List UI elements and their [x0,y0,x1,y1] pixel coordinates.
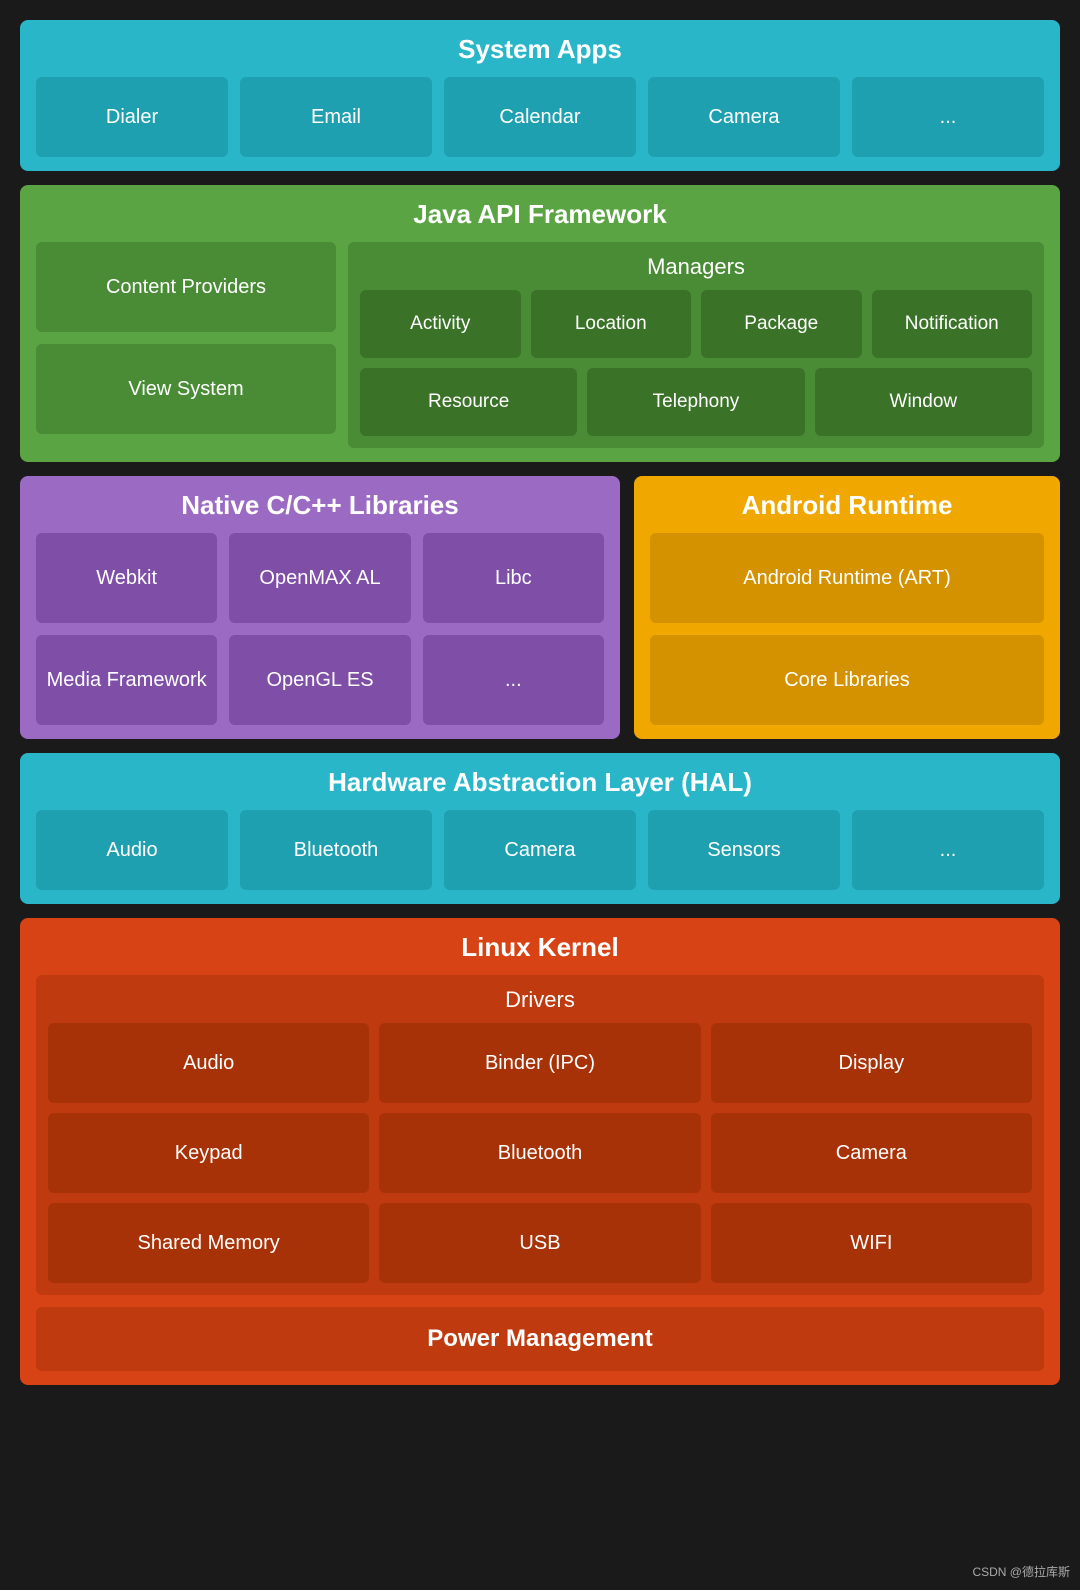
hal-audio-cell: Audio [36,810,228,890]
openmax-cell: OpenMAX AL [229,533,410,623]
notification-cell: Notification [872,290,1033,358]
managers-row2: Resource Telephony Window [360,368,1032,436]
java-api-inner: Content Providers View System Managers A… [36,242,1044,448]
core-libraries-cell: Core Libraries [650,635,1044,725]
drivers-title: Drivers [48,987,1032,1013]
native-libs-layer: Native C/C++ Libraries Webkit OpenMAX AL… [20,476,620,739]
native-libs-row2: Media Framework OpenGL ES ... [36,635,604,725]
media-framework-cell: Media Framework [36,635,217,725]
opengl-cell: OpenGL ES [229,635,410,725]
drivers-row2: Keypad Bluetooth Camera [48,1113,1032,1193]
drivers-grid: Audio Binder (IPC) Display Keypad Blueto… [48,1023,1032,1283]
driver-display-cell: Display [711,1023,1032,1103]
art-cell: Android Runtime (ART) [650,533,1044,623]
managers-title: Managers [360,254,1032,280]
webkit-cell: Webkit [36,533,217,623]
android-runtime-cells: Android Runtime (ART) Core Libraries [650,533,1044,725]
system-apps-title: System Apps [36,34,1044,65]
driver-keypad-cell: Keypad [48,1113,369,1193]
driver-shared-memory-cell: Shared Memory [48,1203,369,1283]
hal-layer: Hardware Abstraction Layer (HAL) Audio B… [20,753,1060,904]
android-runtime-layer: Android Runtime Android Runtime (ART) Co… [634,476,1060,739]
activity-cell: Activity [360,290,521,358]
view-system-cell: View System [36,344,336,434]
system-apps-layer: System Apps Dialer Email Calendar Camera… [20,20,1060,171]
middle-row: Native C/C++ Libraries Webkit OpenMAX AL… [20,476,1060,739]
package-cell: Package [701,290,862,358]
java-api-left: Content Providers View System [36,242,336,448]
libc-cell: Libc [423,533,604,623]
managers-row1: Activity Location Package Notification [360,290,1032,358]
hal-bluetooth-cell: Bluetooth [240,810,432,890]
more-cell: ... [852,77,1044,157]
managers-grid: Activity Location Package Notification R… [360,290,1032,436]
android-runtime-title: Android Runtime [650,490,1044,521]
telephony-cell: Telephony [587,368,804,436]
window-cell: Window [815,368,1032,436]
driver-audio-cell: Audio [48,1023,369,1103]
java-api-layer: Java API Framework Content Providers Vie… [20,185,1060,462]
drivers-box: Drivers Audio Binder (IPC) Display Keypa… [36,975,1044,1295]
calendar-cell: Calendar [444,77,636,157]
native-libs-row1: Webkit OpenMAX AL Libc [36,533,604,623]
system-apps-cells: Dialer Email Calendar Camera ... [36,77,1044,157]
email-cell: Email [240,77,432,157]
dialer-cell: Dialer [36,77,228,157]
driver-bluetooth-cell: Bluetooth [379,1113,700,1193]
resource-cell: Resource [360,368,577,436]
driver-camera-cell: Camera [711,1113,1032,1193]
camera-cell: Camera [648,77,840,157]
content-providers-cell: Content Providers [36,242,336,332]
hal-sensors-cell: Sensors [648,810,840,890]
watermark: CSDN @德拉库斯 [972,1563,1070,1580]
location-cell: Location [531,290,692,358]
native-more-cell: ... [423,635,604,725]
hal-more-cell: ... [852,810,1044,890]
hal-camera-cell: Camera [444,810,636,890]
power-management-cell: Power Management [36,1307,1044,1371]
linux-kernel-layer: Linux Kernel Drivers Audio Binder (IPC) … [20,918,1060,1385]
hal-cells: Audio Bluetooth Camera Sensors ... [36,810,1044,890]
managers-box: Managers Activity Location Package Notif… [348,242,1044,448]
drivers-row1: Audio Binder (IPC) Display [48,1023,1032,1103]
native-libs-title: Native C/C++ Libraries [36,490,604,521]
driver-binder-cell: Binder (IPC) [379,1023,700,1103]
drivers-row3: Shared Memory USB WIFI [48,1203,1032,1283]
java-api-title: Java API Framework [36,199,1044,230]
driver-wifi-cell: WIFI [711,1203,1032,1283]
native-libs-grid: Webkit OpenMAX AL Libc Media Framework O… [36,533,604,725]
driver-usb-cell: USB [379,1203,700,1283]
hal-title: Hardware Abstraction Layer (HAL) [36,767,1044,798]
linux-kernel-title: Linux Kernel [36,932,1044,963]
